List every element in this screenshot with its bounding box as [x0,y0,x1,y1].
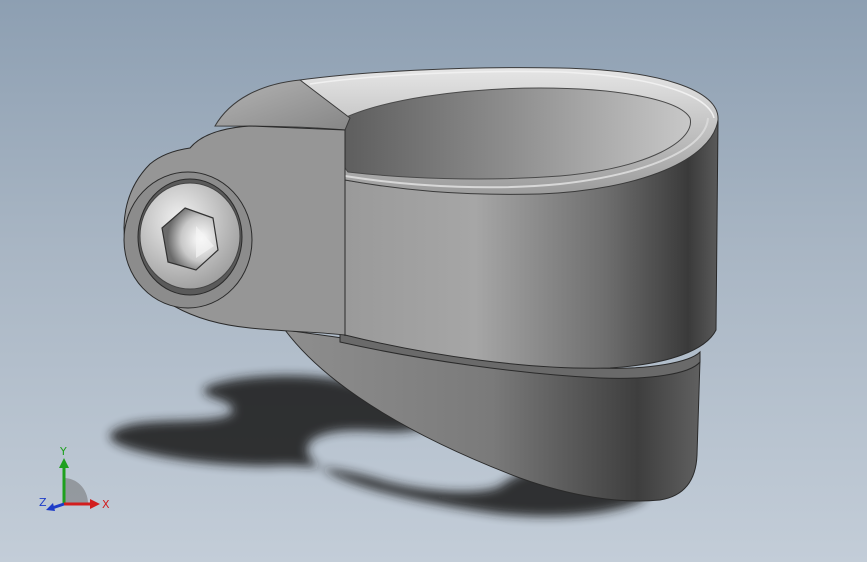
graphics-viewport[interactable]: Y X Z [0,0,867,562]
x-axis-arrow [90,499,100,509]
z-axis-arrow [46,503,55,511]
x-axis-label: X [102,498,110,511]
y-axis-label: Y [59,445,67,458]
y-axis-arrow [59,458,69,468]
triad-shadow-quadrant [64,478,88,504]
z-axis-label: Z [39,496,47,509]
orientation-triad[interactable]: Y X Z [36,440,116,520]
model-view[interactable] [0,0,867,562]
